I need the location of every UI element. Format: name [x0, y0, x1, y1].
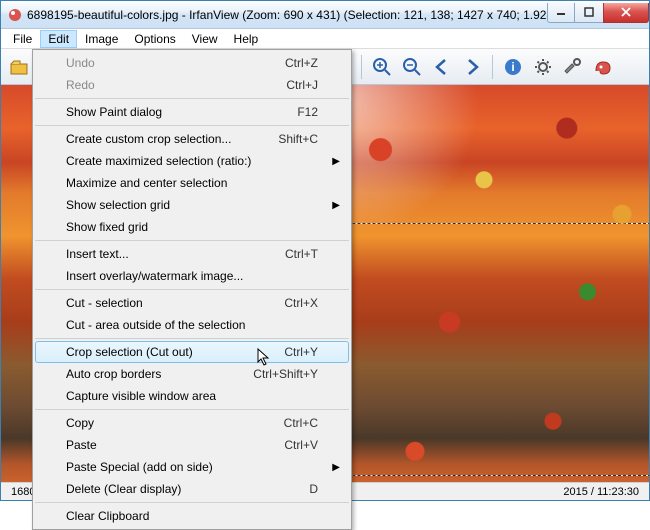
status-right: 2015 / 11:23:30	[557, 486, 645, 498]
next-img-button[interactable]	[458, 53, 486, 81]
menuitem-auto-crop-borders[interactable]: Auto crop bordersCtrl+Shift+Y	[35, 363, 349, 385]
menuitem-redo: RedoCtrl+J	[35, 74, 349, 96]
menuitem-label: Capture visible window area	[66, 389, 318, 403]
zoom-out-icon	[401, 56, 423, 78]
menu-image[interactable]: Image	[77, 30, 126, 48]
next-img-icon	[461, 56, 483, 78]
app-window: 6898195-beautiful-colors.jpg - IrfanView…	[0, 0, 650, 501]
window-title: 6898195-beautiful-colors.jpg - IrfanView…	[27, 8, 547, 22]
menuitem-shortcut: Ctrl+T	[285, 247, 318, 261]
menuitem-create-maximized-selection-ratio[interactable]: Create maximized selection (ratio:) ▶	[35, 150, 349, 172]
info-button[interactable]: i	[499, 53, 527, 81]
window-buttons	[547, 3, 649, 23]
app-icon	[7, 7, 23, 23]
info-icon: i	[502, 56, 524, 78]
svg-text:i: i	[511, 60, 514, 74]
menuitem-label: Maximize and center selection	[66, 176, 318, 190]
submenu-arrow-icon: ▶	[332, 200, 340, 211]
titlebar: 6898195-beautiful-colors.jpg - IrfanView…	[1, 1, 649, 29]
settings-icon	[532, 56, 554, 78]
menu-edit[interactable]: Edit	[40, 30, 77, 48]
menu-help[interactable]: Help	[226, 30, 267, 48]
menuitem-shortcut: Ctrl+X	[284, 296, 318, 310]
menuitem-shortcut: Shift+C	[278, 132, 318, 146]
zoom-in-button[interactable]	[368, 53, 396, 81]
menuitem-label: Cut - selection	[66, 296, 284, 310]
menuitem-maximize-and-center-selection[interactable]: Maximize and center selection	[35, 172, 349, 194]
menuitem-label: Undo	[66, 56, 285, 70]
tools-icon	[562, 56, 584, 78]
menuitem-insert-text[interactable]: Insert text...Ctrl+T	[35, 243, 349, 265]
menuitem-label: Show fixed grid	[66, 220, 318, 234]
prev-img-icon	[431, 56, 453, 78]
tools-button[interactable]	[559, 53, 587, 81]
menuitem-label: Redo	[66, 78, 286, 92]
menuitem-label: Cut - area outside of the selection	[66, 318, 318, 332]
about-button[interactable]	[589, 53, 617, 81]
menuitem-copy[interactable]: CopyCtrl+C	[35, 412, 349, 434]
prev-img-button[interactable]	[428, 53, 456, 81]
menuitem-label: Clear Clipboard	[66, 509, 318, 523]
menuitem-show-selection-grid[interactable]: Show selection grid ▶	[35, 194, 349, 216]
menuitem-label: Copy	[66, 416, 284, 430]
submenu-arrow-icon: ▶	[332, 462, 340, 473]
menuitem-delete-clear-display[interactable]: Delete (Clear display)D	[35, 478, 349, 500]
menuitem-label: Create maximized selection (ratio:)	[66, 154, 318, 168]
menuitem-paste[interactable]: PasteCtrl+V	[35, 434, 349, 456]
menuitem-crop-selection-cut-out[interactable]: Crop selection (Cut out)Ctrl+Y	[35, 341, 349, 363]
about-icon	[592, 56, 614, 78]
menuitem-shortcut: Ctrl+Shift+Y	[253, 367, 318, 381]
menuitem-paste-special-add-on-side[interactable]: Paste Special (add on side) ▶	[35, 456, 349, 478]
maximize-button[interactable]	[575, 3, 603, 23]
menuitem-label: Create custom crop selection...	[66, 132, 278, 146]
menuitem-label: Auto crop borders	[66, 367, 253, 381]
menuitem-shortcut: Ctrl+J	[286, 78, 318, 92]
menuitem-shortcut: F12	[297, 105, 318, 119]
menuitem-label: Crop selection (Cut out)	[66, 345, 284, 359]
menuitem-show-fixed-grid[interactable]: Show fixed grid	[35, 216, 349, 238]
open-button[interactable]	[5, 53, 33, 81]
zoom-out-button[interactable]	[398, 53, 426, 81]
menuitem-label: Show selection grid	[66, 198, 318, 212]
menuitem-undo: UndoCtrl+Z	[35, 52, 349, 74]
menuitem-shortcut: Ctrl+C	[284, 416, 318, 430]
menu-view[interactable]: View	[184, 30, 226, 48]
close-button[interactable]	[603, 3, 649, 23]
menuitem-cut-selection[interactable]: Cut - selectionCtrl+X	[35, 292, 349, 314]
menuitem-label: Paste	[66, 438, 284, 452]
menu-file[interactable]: File	[5, 30, 40, 48]
menuitem-cut-area-outside-of-the-selection[interactable]: Cut - area outside of the selection	[35, 314, 349, 336]
minimize-button[interactable]	[547, 3, 575, 23]
menuitem-clear-clipboard[interactable]: Clear Clipboard	[35, 505, 349, 527]
zoom-in-icon	[371, 56, 393, 78]
menuitem-create-custom-crop-selection[interactable]: Create custom crop selection...Shift+C	[35, 128, 349, 150]
menuitem-capture-visible-window-area[interactable]: Capture visible window area	[35, 385, 349, 407]
open-icon	[8, 56, 30, 78]
menubar: FileEditImageOptionsViewHelp	[1, 29, 649, 49]
menuitem-label: Delete (Clear display)	[66, 482, 309, 496]
menuitem-label: Paste Special (add on side)	[66, 460, 318, 474]
menuitem-shortcut: Ctrl+V	[284, 438, 318, 452]
menuitem-label: Insert text...	[66, 247, 285, 261]
menuitem-shortcut: Ctrl+Y	[284, 345, 318, 359]
menuitem-insert-overlay-watermark-image[interactable]: Insert overlay/watermark image...	[35, 265, 349, 287]
menu-options[interactable]: Options	[126, 30, 183, 48]
submenu-arrow-icon: ▶	[332, 156, 340, 167]
settings-button[interactable]	[529, 53, 557, 81]
menuitem-label: Show Paint dialog	[66, 105, 297, 119]
edit-menu-dropdown: UndoCtrl+ZRedoCtrl+JShow Paint dialogF12…	[32, 49, 352, 530]
menuitem-shortcut: D	[309, 482, 318, 496]
menuitem-label: Insert overlay/watermark image...	[66, 269, 318, 283]
menuitem-show-paint-dialog[interactable]: Show Paint dialogF12	[35, 101, 349, 123]
menuitem-shortcut: Ctrl+Z	[285, 56, 318, 70]
